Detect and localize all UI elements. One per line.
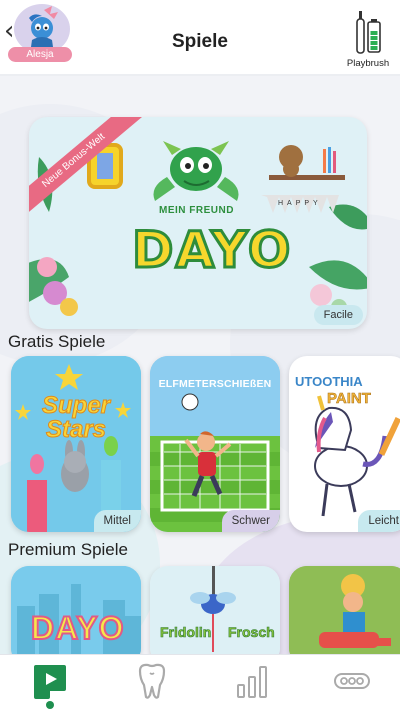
free-games-title: Gratis Spiele — [8, 332, 106, 351]
difficulty-pill: Mittel — [93, 510, 141, 532]
super-stars-logo-line2: Stars — [45, 416, 107, 444]
hero-logo-line1: MEIN FREUND — [159, 205, 234, 216]
game-card-elfmeterschiessen[interactable]: ELFMETERSCHIEßEN Schwer — [150, 356, 280, 532]
nav-tab-more[interactable] — [332, 661, 372, 697]
bar-chart-icon — [237, 666, 267, 698]
utoothia-logo-line2: PAINT — [327, 390, 371, 408]
tooth-icon — [138, 663, 166, 699]
penalty-logo: ELFMETERSCHIEßEN — [158, 378, 272, 390]
featured-game-card-dayo[interactable]: Neue Bonus-Welt MEIN FREUND DAYO HAPPY F… — [29, 117, 367, 329]
playbrush-device-button[interactable]: Playbrush — [346, 8, 390, 74]
page-title: Spiele — [172, 31, 228, 52]
app-header: ‹ Alesja Spiele Playbrush — [0, 0, 400, 76]
bottom-nav — [0, 654, 400, 712]
nav-tab-statistics[interactable] — [232, 661, 272, 698]
active-tab-indicator — [46, 701, 54, 709]
hero-logo-line2: DAYO — [130, 220, 293, 281]
difficulty-pill: Leicht — [358, 510, 400, 532]
nav-tab-brushing[interactable] — [132, 661, 172, 699]
scooter-boy-illustration — [289, 566, 400, 666]
super-stars-illustration — [11, 356, 141, 532]
game-card-fridolin-frosch[interactable]: Fridolin Frosch — [150, 566, 280, 666]
play-logo-icon — [34, 665, 66, 699]
difficulty-pill: Facile — [313, 305, 363, 325]
fridolin-logo-line1: Fridolin — [160, 624, 212, 641]
happy-banner: HAPPY — [278, 200, 322, 207]
game-card-dayo-premium[interactable]: DAYO — [11, 566, 141, 666]
toothbrush-battery-icon — [356, 11, 381, 54]
game-card-utoothia-paint[interactable]: UTOOTHIA PAINT Leicht — [289, 356, 400, 532]
nav-tab-games[interactable] — [30, 661, 70, 699]
playbrush-label: Playbrush — [346, 58, 390, 69]
premium-games-title: Premium Spiele — [8, 540, 128, 559]
game-card-scooter-boy[interactable] — [289, 566, 400, 666]
difficulty-pill: Schwer — [221, 510, 280, 532]
more-icon — [334, 673, 370, 689]
utoothia-logo-line1: UTOOTHIA — [295, 374, 363, 389]
fridolin-logo-line2: Frosch — [228, 624, 275, 641]
dayo-premium-logo: DAYO — [30, 609, 125, 647]
game-card-super-stars[interactable]: Super Stars Mittel — [11, 356, 141, 532]
fridolin-frosch-illustration — [150, 566, 280, 666]
